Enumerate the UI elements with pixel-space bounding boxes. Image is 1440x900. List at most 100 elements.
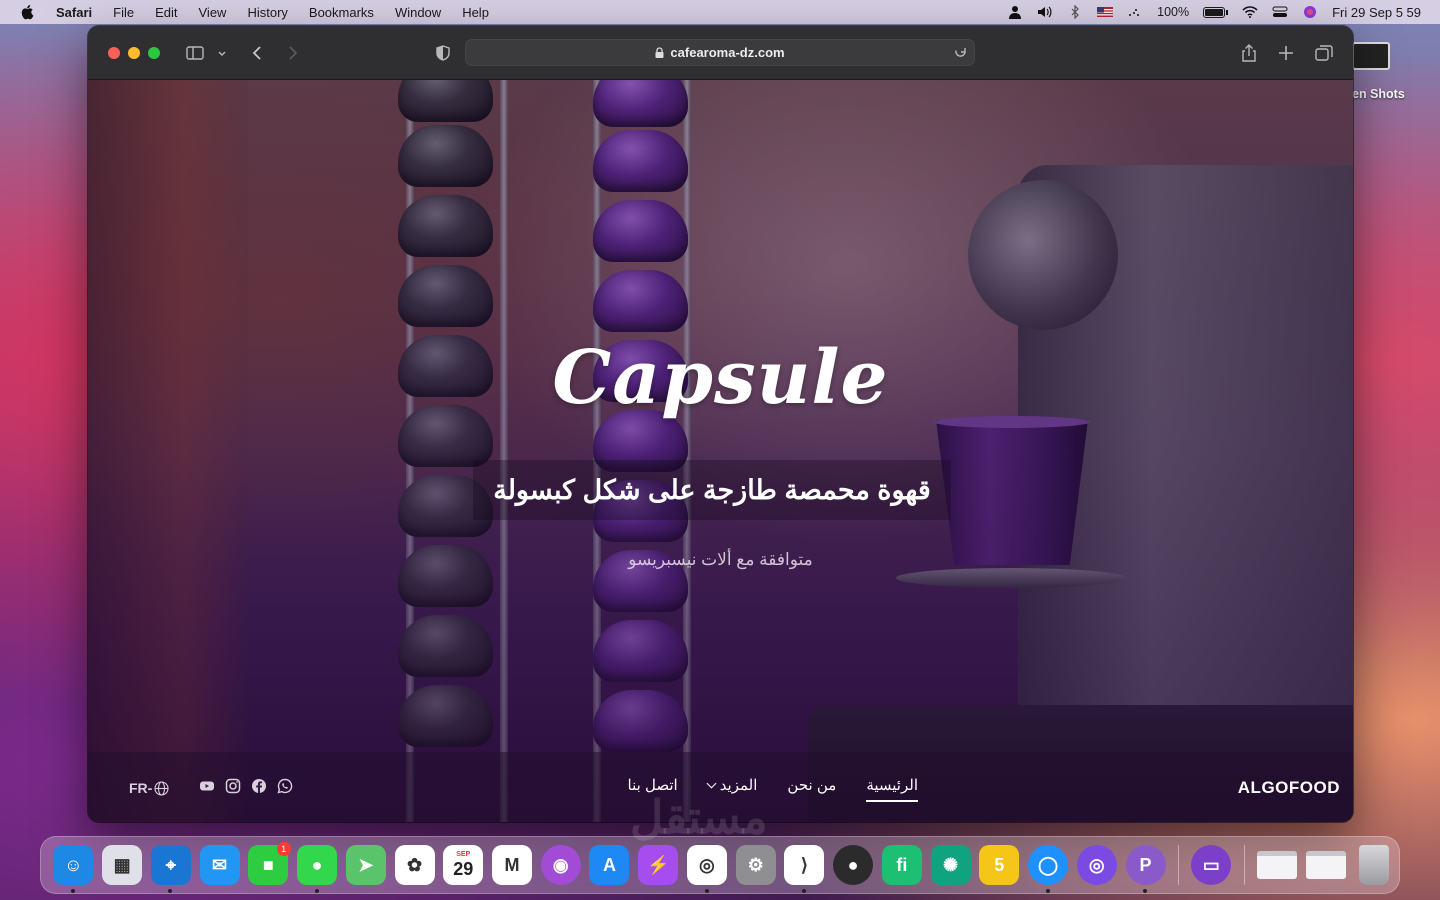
desktop-folder-label[interactable]: en Shots (1352, 87, 1405, 101)
nav-home[interactable]: الرئيسية (866, 776, 918, 802)
recorder-icon: ● (833, 845, 874, 885)
user-status-icon[interactable] (1007, 5, 1023, 19)
instagram-icon[interactable] (225, 778, 241, 794)
dock-app-fiverr[interactable]: fi (877, 841, 926, 890)
wifi-icon[interactable] (1242, 5, 1258, 19)
dock-separator (1243, 845, 1245, 885)
dock-item-trash[interactable] (1350, 841, 1399, 890)
youtube-icon[interactable] (199, 778, 215, 794)
sidebar-toggle-icon[interactable] (185, 43, 205, 63)
dock-app-messenger[interactable]: ⚡ (634, 841, 683, 890)
hero-subtitle: متوافقة مع ألات نيسبريسو (628, 550, 813, 569)
menu-help[interactable]: Help (462, 5, 489, 20)
globe-icon (154, 780, 169, 796)
language-switch[interactable]: FR- (129, 780, 169, 796)
dock-app-proxyman[interactable]: ◎ (1072, 841, 1121, 890)
menu-window[interactable]: Window (395, 5, 441, 20)
running-indicator (1143, 888, 1148, 893)
battery-icon[interactable] (1203, 6, 1229, 18)
dock-app-app-store[interactable]: A (585, 841, 634, 890)
dock: ☺ ▦ ⌖ ✉ ■ 1 ● ➤ ✿ SEP 29 M ◉ A ⚡ ◎ ⚙ ⟩ ● fi ✺ 5 ◯ ◎ P ▭ (40, 836, 1400, 894)
menubar-clock[interactable]: Fri 29 Sep 5 59 (1332, 5, 1421, 20)
reload-icon[interactable] (953, 45, 968, 60)
dock-app-gmail[interactable]: M (488, 841, 537, 890)
dock-app-podcasts[interactable]: ◉ (536, 841, 585, 890)
running-indicator (1045, 888, 1050, 893)
chevron-down-icon[interactable] (216, 43, 228, 63)
dock-item-chrome-window[interactable] (1253, 841, 1302, 890)
safari-window: cafearoma-dz.com Capsule قهوة محمصة طازج… (88, 26, 1353, 822)
appstore-icon: A (589, 845, 630, 885)
hero-script-title: Capsule (552, 335, 889, 421)
lock-icon (655, 47, 664, 58)
facebook-icon[interactable] (251, 778, 267, 794)
hero-title: قهوة محمصة طازجة على شكل كبسولة (493, 474, 931, 505)
chrome-icon: ◎ (686, 845, 727, 885)
running-indicator (802, 888, 807, 893)
proxyman-icon: ◎ (1076, 845, 1117, 885)
patreon-icon: P (1125, 845, 1166, 885)
dock-app-finder[interactable]: ☺ (49, 841, 98, 893)
back-icon[interactable] (248, 43, 268, 63)
dock-item-preview-window[interactable] (1301, 841, 1350, 890)
dock-app-maps[interactable]: ➤ (341, 841, 390, 890)
menu-app-name[interactable]: Safari (56, 5, 92, 20)
calendar-icon: SEP 29 (443, 845, 484, 885)
menu-edit[interactable]: Edit (155, 5, 177, 20)
dock-app-system-settings[interactable]: ⚙ (731, 841, 780, 890)
tab-overview-icon[interactable] (1314, 43, 1334, 63)
dock-app-camo[interactable]: ◯ (1024, 841, 1073, 893)
dock-app-mail[interactable]: ✉ (195, 841, 244, 890)
minimize-window-button[interactable] (128, 47, 140, 59)
camo-icon: ◯ (1028, 845, 1069, 885)
dock-app-facetime[interactable]: ■ 1 (244, 841, 293, 890)
dock-app-five[interactable]: 5 (975, 841, 1024, 890)
menu-file[interactable]: File (113, 5, 134, 20)
messenger-icon: ⚡ (638, 845, 679, 885)
dock-app-screen-recorder[interactable]: ● (829, 841, 878, 890)
safari-icon: ⌖ (150, 845, 191, 885)
menu-bookmarks[interactable]: Bookmarks (309, 5, 374, 20)
menu-view[interactable]: View (199, 5, 227, 20)
dock-app-chrome[interactable]: ◎ (683, 841, 732, 893)
whatsapp-icon[interactable] (277, 778, 293, 794)
forward-icon[interactable] (282, 43, 302, 63)
dock-app-calendar[interactable]: SEP 29 (439, 841, 488, 890)
dock-app-photos[interactable]: ✿ (390, 841, 439, 890)
dock-app-vs-code[interactable]: ⟩ (780, 841, 829, 893)
finder-icon: ☺ (53, 845, 94, 885)
settings-icon: ⚙ (735, 845, 776, 885)
siri-icon[interactable] (1302, 5, 1318, 19)
dock-app-drive[interactable]: ▭ (1187, 841, 1236, 890)
window-thumb-icon (1256, 851, 1297, 879)
menu-history[interactable]: History (247, 5, 287, 20)
new-tab-icon[interactable] (1276, 43, 1296, 63)
menu-bar: Safari File Edit View History Bookmarks … (0, 0, 1440, 24)
apple-menu-icon[interactable] (20, 4, 36, 20)
address-bar[interactable]: cafearoma-dz.com (465, 39, 975, 66)
dock-app-chatgpt[interactable]: ✺ (926, 841, 975, 890)
volume-icon[interactable] (1037, 5, 1053, 19)
dock-separator (1177, 845, 1179, 885)
gmail-icon: M (491, 845, 532, 885)
hero-overlay (88, 80, 1353, 822)
dock-app-messages[interactable]: ● (293, 841, 342, 893)
flag-us-icon[interactable] (1097, 5, 1114, 19)
dots-icon[interactable] (1127, 5, 1143, 19)
nav-about[interactable]: من نحن (787, 776, 836, 802)
photos-icon: ✿ (394, 845, 435, 885)
zoom-window-button[interactable] (148, 47, 160, 59)
privacy-shield-icon[interactable] (433, 43, 453, 63)
site-brand-logo[interactable]: ALGOFOOD (1238, 778, 1340, 798)
chatgpt-icon: ✺ (930, 845, 971, 885)
podcasts-icon: ◉ (540, 845, 581, 885)
share-icon[interactable] (1239, 43, 1259, 63)
launchpad-icon: ▦ (102, 845, 143, 885)
bluetooth-icon[interactable] (1067, 5, 1083, 19)
dock-app-launchpad[interactable]: ▦ (98, 841, 147, 890)
close-window-button[interactable] (108, 47, 120, 59)
dock-app-safari[interactable]: ⌖ (146, 841, 195, 893)
desktop-folder-thumbnail[interactable] (1352, 42, 1390, 70)
control-center-icon[interactable] (1272, 5, 1288, 19)
dock-app-patreon[interactable]: P (1121, 841, 1170, 893)
